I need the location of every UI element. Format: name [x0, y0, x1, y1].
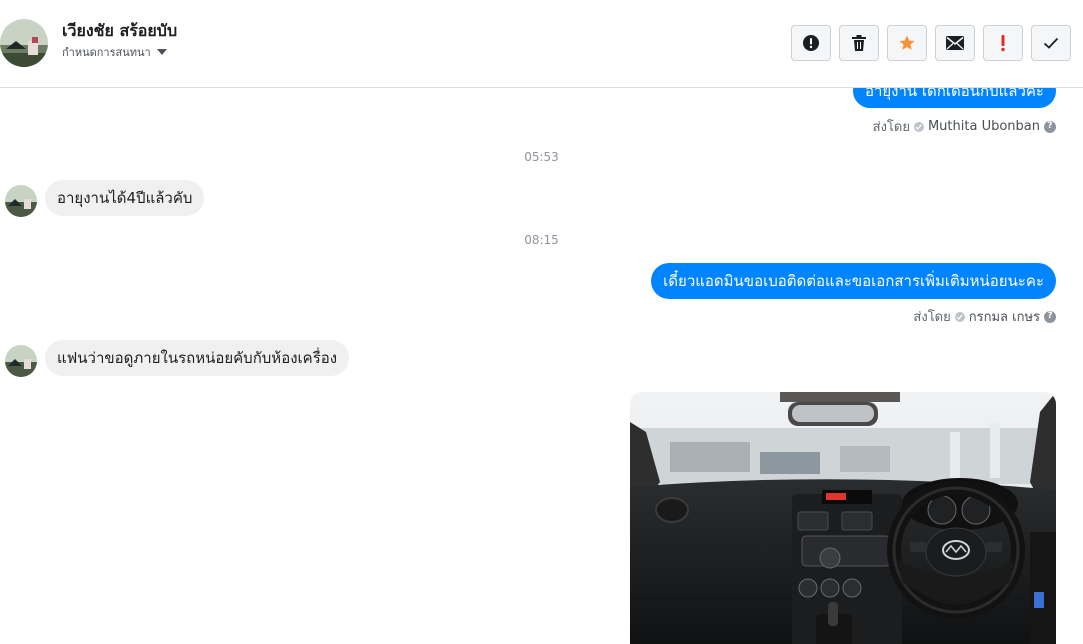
sent-by-info: ส่งโดย กรกมล เกษร ? [913, 306, 1056, 327]
sender-avatar[interactable] [5, 185, 37, 217]
check-circle-icon [913, 121, 924, 132]
help-icon[interactable]: ? [1044, 310, 1056, 323]
photo-attachment[interactable] [630, 392, 1056, 644]
agent-name[interactable]: Muthita Ubonban [928, 119, 1040, 134]
sent-by-label: ส่งโดย [872, 120, 910, 135]
check-icon [1043, 37, 1059, 49]
sender-avatar[interactable] [5, 345, 37, 377]
mark-important-button[interactable] [983, 25, 1023, 61]
delete-button[interactable] [839, 25, 879, 61]
star-button[interactable] [887, 25, 927, 61]
incoming-message[interactable]: แฟนว่าขอดูภายในรถหน่อยคับกับห้องเครื่อง [45, 340, 350, 376]
outgoing-message[interactable]: เดี๋ยวแอดมินขอเบอติดต่อและขอเอกสารเพิ่มเ… [651, 263, 1056, 299]
contact-name[interactable]: เวียงชัย สร้อยบับ [62, 19, 177, 44]
exclamation-icon [1001, 35, 1005, 52]
envelope-icon [946, 36, 964, 50]
message-text: เดี๋ยวแอดมินขอเบอติดต่อและขอเอกสารเพิ่มเ… [663, 272, 1044, 290]
check-circle-icon [954, 311, 965, 322]
conversation-actions [791, 25, 1071, 61]
report-button[interactable] [791, 25, 831, 61]
conversation-settings-label: กำหนดการสนทนา [62, 46, 151, 59]
agent-name[interactable]: กรกมล เกษร [969, 306, 1040, 327]
incoming-message[interactable]: อายุงานได้4ปีแล้วคับ [45, 180, 205, 216]
outgoing-message[interactable]: อายุงาน เด็กเดือนกับแล้วคะ [852, 88, 1056, 108]
message-text: อายุงานได้4ปีแล้วคับ [57, 189, 193, 207]
timestamp: 08:15 [524, 233, 559, 247]
timestamp: 05:53 [524, 150, 559, 164]
message-thread[interactable]: อายุงาน เด็กเดือนกับแล้วคะ ส่งโดย Muthit… [0, 88, 1083, 644]
star-icon [899, 35, 915, 50]
conversation-settings-dropdown[interactable]: กำหนดการสนทนา [62, 43, 167, 61]
mark-unread-button[interactable] [935, 25, 975, 61]
message-text: อายุงาน เด็กเดือนกับแล้วคะ [864, 88, 1044, 100]
conversation-header: เวียงชัย สร้อยบับ กำหนดการสนทนา [0, 0, 1083, 88]
help-icon[interactable]: ? [1044, 120, 1056, 133]
caret-down-icon [156, 49, 167, 55]
alert-circle-icon [803, 35, 819, 51]
mark-done-button[interactable] [1031, 25, 1071, 61]
contact-avatar[interactable] [0, 19, 48, 67]
trash-icon [852, 35, 866, 51]
sent-by-info: ส่งโดย Muthita Ubonban ? [873, 116, 1056, 137]
message-text: แฟนว่าขอดูภายในรถหน่อยคับกับห้องเครื่อง [57, 349, 338, 367]
sent-by-label: ส่งโดย [913, 310, 951, 325]
